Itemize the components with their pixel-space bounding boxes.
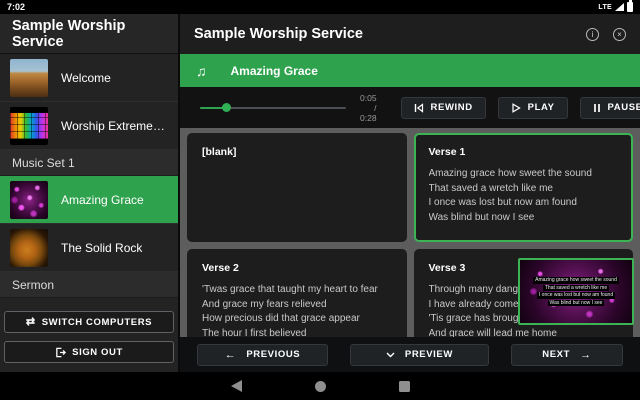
slide-title: Verse 2 [202,262,239,274]
lyric-line: And grace my fears relieved [202,298,327,310]
lyric-line: That saved a wretch like me [428,182,554,194]
sidebar-header: Sample Worship Service [0,14,178,54]
video-thumbnail [10,106,48,145]
previous-button[interactable]: ← PREVIOUS [197,343,328,366]
sidebar-section-sermon: Sermon [0,272,178,298]
rewind-button[interactable]: REWIND [400,96,486,119]
right-arrow-icon: → [580,348,592,361]
preview-lyric-line: Amazing grace how sweet the sound [533,277,619,284]
switch-computers-label: SWITCH COMPUTERS [41,316,153,328]
preview-lyric-line: Was blind but now I see [547,299,605,306]
left-arrow-icon: ← [224,348,237,361]
switch-computers-button[interactable]: ⇄ SWITCH COMPUTERS [4,311,174,333]
live-output-preview[interactable]: Amazing grace how sweet the sound That s… [518,258,634,325]
play-icon [512,102,521,113]
main-header: Sample Worship Service i × [180,14,640,54]
app-screen: 7:02 LTE Sample Worship Service Welcome … [0,0,640,400]
sidebar-item-label: Amazing Grace [61,192,144,207]
music-note-icon: ♫ [196,62,207,79]
lyric-line: How precious did that grace appear [202,313,360,324]
sign-out-button[interactable]: SIGN OUT [4,341,174,363]
section-label: Music Set 1 [12,155,75,170]
amazing-grace-thumbnail [10,180,48,219]
home-icon[interactable] [314,380,326,392]
slide-title: Verse 1 [428,146,466,158]
slider-thumb[interactable] [221,103,231,112]
sidebar-item-worship-extreme[interactable]: Worship Extreme Inte... [0,102,178,150]
pause-label: PAUSE [607,102,640,113]
play-button[interactable]: PLAY [497,96,568,119]
back-icon[interactable] [230,380,242,392]
pause-icon [593,103,600,112]
status-icons: LTE [598,0,633,12]
sidebar-item-the-solid-rock[interactable]: The Solid Rock [0,224,178,272]
section-label: Sermon [12,277,55,292]
sidebar-item-amazing-grace[interactable]: Amazing Grace [0,176,178,224]
playback-time: 0:05 / 0:28 [360,92,377,123]
slide-action-bar: ← PREVIOUS PREVIEW NEXT → [180,337,640,372]
sidebar-item-label: Worship Extreme Inte... [61,118,168,133]
sidebar-item-label: Welcome [61,70,111,85]
service-title: Sample Worship Service [12,17,126,50]
rewind-label: REWIND [430,102,473,113]
signal-icon [615,3,624,11]
service-item-list: Welcome Worship Extreme Inte... Music Se… [0,54,178,307]
network-type-label: LTE [598,3,612,11]
sidebar: Sample Worship Service Welcome Worship E… [0,14,180,372]
sidebar-section-music-set-1: Music Set 1 [0,150,178,176]
swap-arrows-icon: ⇄ [25,315,36,328]
lyric-line: 'Twas grace that taught my heart to fear [202,284,378,295]
sidebar-item-welcome[interactable]: Welcome [0,54,178,102]
audio-transport-bar: 0:05 / 0:28 REWIND PLAY PAUSE [180,87,640,128]
audio-progress-slider[interactable] [200,101,346,115]
sign-out-icon [56,347,67,357]
next-button[interactable]: NEXT → [510,343,623,366]
android-nav-bar [0,372,640,400]
close-icon[interactable]: × [613,27,626,41]
lyric-line: Was blind but now I see [428,211,535,223]
chevron-down-icon [386,352,395,357]
slide-card-verse-1[interactable]: Verse 1 Amazing grace how sweet the soun… [413,133,633,242]
slide-card-blank[interactable]: [blank] [187,133,407,242]
app-body: Sample Worship Service Welcome Worship E… [0,14,640,372]
lyric-line: I once was lost but now am found [428,197,577,208]
pause-button[interactable]: PAUSE [579,96,640,119]
lyric-line: The hour I first believed [202,327,307,338]
page-title: Sample Worship Service [194,26,363,42]
play-label: PLAY [527,102,555,113]
sidebar-item-label: The Solid Rock [61,240,143,255]
slide-card-verse-2[interactable]: Verse 2 'Twas grace that taught my heart… [187,249,407,337]
lyric-line: Amazing grace how sweet the sound [428,168,592,179]
info-icon[interactable]: i [586,27,599,41]
slide-title: [blank] [202,146,237,158]
preview-label: PREVIEW [404,349,453,360]
main-panel: Sample Worship Service i × ♫ Amazing Gra… [180,14,640,372]
battery-icon [627,0,633,12]
sign-out-label: SIGN OUT [72,346,123,358]
header-icons: i × [586,27,626,41]
preview-lyric-line: I once was lost but now am found [536,292,616,299]
welcome-thumbnail [10,58,48,97]
next-label: NEXT [542,349,570,360]
recents-icon[interactable] [398,380,410,392]
rewind-icon [414,102,423,113]
current-song-title: Amazing Grace [230,63,318,78]
current-song-bar[interactable]: ♫ Amazing Grace [180,54,640,87]
lyric-line: And grace will lead me home [428,327,557,338]
previous-label: PREVIOUS [246,349,301,360]
preview-button[interactable]: PREVIEW [349,343,489,366]
status-bar: 7:02 LTE [0,0,640,14]
solid-rock-thumbnail [10,228,48,267]
preview-lyric-line: That saved a wretch like me [542,284,610,291]
sidebar-actions: ⇄ SWITCH COMPUTERS SIGN OUT [0,307,178,372]
status-time: 7:02 [7,2,26,12]
